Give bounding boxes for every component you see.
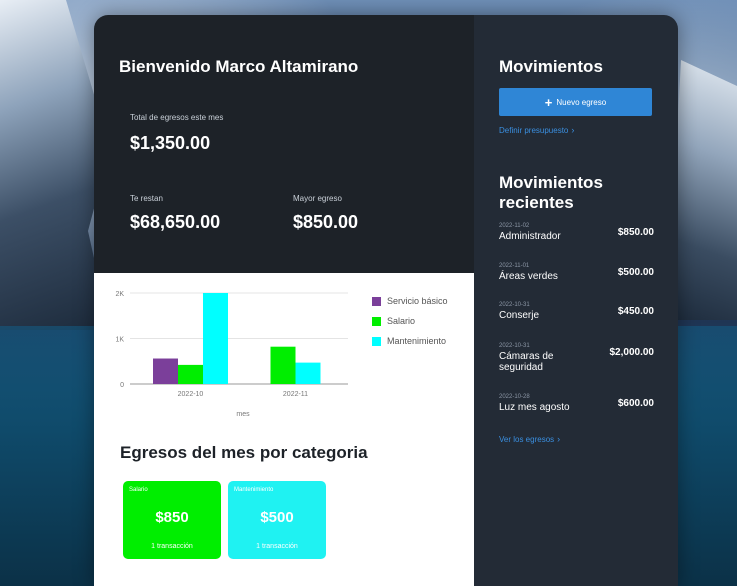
legend-label: Salario xyxy=(387,316,416,326)
legend-swatch xyxy=(372,296,381,306)
movement-item[interactable]: 2022-10-31 Cámaras de seguridad $2,000.0… xyxy=(499,343,654,373)
chart-legend: Servicio básico Salario Mantenimiento xyxy=(372,291,448,351)
movement-name: Áreas verdes xyxy=(499,271,558,282)
legend-item: Mantenimiento xyxy=(372,331,448,351)
category-card-salario[interactable]: Salario $850 1 transacción xyxy=(123,481,221,559)
view-expenses-link[interactable]: Ver los egresos › xyxy=(499,434,560,444)
x-axis-label: mes xyxy=(236,411,250,418)
category-name: Mantenimiento xyxy=(234,487,274,493)
chevron-right-icon: › xyxy=(571,125,575,135)
legend-label: Mantenimiento xyxy=(387,336,447,346)
movement-name: Conserje xyxy=(499,310,540,321)
define-budget-label: Definir presupuesto xyxy=(499,126,569,135)
y-tick-label: 2K xyxy=(115,291,124,298)
category-amount: $850 xyxy=(155,509,189,526)
view-expenses-label: Ver los egresos xyxy=(499,435,555,444)
category-name: Salario xyxy=(129,487,148,493)
x-tick-label: 2022-10 xyxy=(178,391,204,398)
legend-label: Servicio básico xyxy=(387,296,448,306)
category-card-mantenimiento[interactable]: Mantenimiento $500 1 transacción xyxy=(228,481,326,559)
bar-servicio-basico xyxy=(153,358,178,384)
category-count: 1 transacción xyxy=(151,543,193,550)
bar-salario xyxy=(270,346,296,384)
legend-swatch xyxy=(372,336,381,346)
categories-title: Egresos del mes por categoria xyxy=(120,443,368,462)
expenses-bar-chart: 0 1K 2K 2022-10 2022-11 mes xyxy=(115,291,348,418)
plus-icon: + xyxy=(544,94,553,110)
legend-item: Salario xyxy=(372,311,448,331)
movement-amount: $850.00 xyxy=(617,227,654,238)
movement-item[interactable]: 2022-10-31 Conserje $450.00 xyxy=(499,302,654,321)
movement-amount: $600.00 xyxy=(617,398,654,409)
bar-salario xyxy=(178,364,203,384)
movements-sidebar: Movimientos + Nuevo egreso Definir presu… xyxy=(474,15,678,586)
movement-item[interactable]: 2022-11-01 Áreas verdes $500.00 xyxy=(499,263,654,282)
movement-item[interactable]: 2022-11-02 Administrador $850.00 xyxy=(499,223,654,242)
chevron-right-icon: › xyxy=(557,434,561,444)
movement-amount: $450.00 xyxy=(617,306,654,317)
movement-name: Administrador xyxy=(499,231,561,242)
category-amount: $500 xyxy=(260,509,294,526)
movement-name: Cámaras de seguridad xyxy=(499,351,554,373)
app-window: Bienvenido Marco Altamirano Total de egr… xyxy=(94,15,678,586)
legend-swatch xyxy=(372,316,381,326)
movement-amount: $2,000.00 xyxy=(609,347,655,358)
movements-title: Movimientos xyxy=(499,57,603,76)
define-budget-link[interactable]: Definir presupuesto › xyxy=(499,125,574,135)
legend-item: Servicio básico xyxy=(372,291,448,311)
movement-name: Luz mes agosto xyxy=(499,402,570,413)
category-count: 1 transacción xyxy=(256,543,298,550)
bar-mantenimiento xyxy=(203,293,228,384)
bar-mantenimiento xyxy=(295,362,321,384)
movement-item[interactable]: 2022-10-28 Luz mes agosto $600.00 xyxy=(499,394,654,413)
dashboard-main: Bienvenido Marco Altamirano Total de egr… xyxy=(94,15,474,586)
new-expense-button[interactable]: + Nuevo egreso xyxy=(499,88,652,116)
movement-amount: $500.00 xyxy=(617,267,654,278)
new-expense-label: Nuevo egreso xyxy=(556,97,607,107)
recent-movements-title: Movimientos recientes xyxy=(499,173,603,212)
y-tick-label: 0 xyxy=(120,382,124,389)
x-tick-label: 2022-11 xyxy=(283,391,308,398)
y-tick-label: 1K xyxy=(115,337,124,344)
